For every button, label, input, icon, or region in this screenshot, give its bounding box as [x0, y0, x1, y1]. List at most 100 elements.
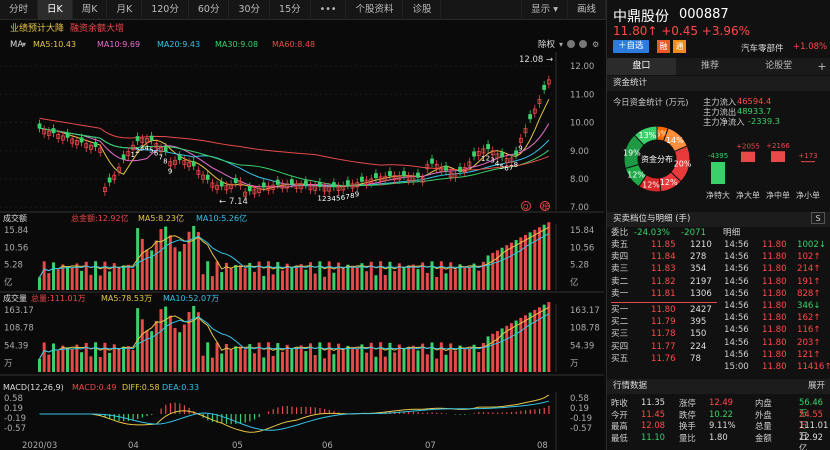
tab-week-k[interactable]: 周K	[73, 0, 108, 20]
quote-value: 12.08	[641, 420, 665, 430]
volume-bar	[542, 224, 546, 290]
volume-bar	[453, 269, 457, 290]
volume-bar	[379, 261, 383, 290]
orderbook-settings-icon[interactable]: S	[811, 212, 825, 224]
volume-bar	[280, 270, 284, 290]
adjust-dropdown[interactable]: 除权	[538, 39, 556, 50]
y-tick: 15.84	[4, 226, 28, 236]
tab-order-book[interactable]: 盘口	[607, 58, 676, 75]
macd-bar	[113, 414, 115, 421]
news-tag-earnings[interactable]: 业绩预计大降	[10, 22, 64, 34]
volume-bar	[514, 320, 518, 372]
macd-bar	[281, 406, 284, 414]
draw-line-button[interactable]: 画线	[568, 0, 606, 20]
candle-body	[458, 166, 462, 172]
zoom-in-icon[interactable]	[567, 40, 575, 48]
volume-bar	[42, 342, 46, 372]
volume-bar	[304, 269, 308, 290]
volume-bar	[360, 263, 364, 290]
y-tick: 5.28	[570, 261, 589, 271]
volume-bar	[313, 355, 317, 372]
volume-bar	[458, 345, 462, 372]
news-tag-margin[interactable]: 融资余额大增	[70, 22, 124, 34]
tab-month-k[interactable]: 月K	[107, 0, 143, 20]
volume-bar	[243, 268, 247, 290]
macd-bar	[431, 412, 433, 414]
tab-intraday[interactable]: 分时	[0, 0, 39, 20]
add-tab-icon[interactable]: +	[813, 58, 830, 75]
industry-link[interactable]: 汽车零部件	[741, 42, 784, 54]
volume-bar	[159, 229, 163, 290]
macd-bar	[426, 412, 429, 414]
quote-label: 今开	[611, 409, 628, 420]
volume-bar	[514, 240, 518, 290]
donut-slice-label: 20%	[674, 160, 692, 169]
volume-bar	[467, 267, 471, 290]
macd-bar	[529, 409, 531, 414]
y-tick: 亿	[570, 277, 579, 288]
ma-dropdown-icon[interactable]: ▾	[22, 40, 26, 49]
tab-recommend[interactable]: 推荐	[676, 58, 745, 75]
macd-bar	[291, 406, 293, 414]
y-tick: 8.00	[570, 175, 589, 185]
macd-bar	[515, 411, 517, 414]
tab-120min[interactable]: 120分	[142, 0, 189, 20]
tick-row: 14:56 11.80 102↑	[724, 252, 821, 263]
expand-button[interactable]: 展开	[808, 379, 825, 394]
y-tick: -0.19	[4, 414, 26, 424]
macd-bar	[524, 410, 527, 414]
volume-bar	[463, 266, 467, 290]
y-tick: 9.00	[570, 147, 589, 157]
quote-label: 外盘	[755, 409, 772, 420]
zoom-out-icon[interactable]	[579, 40, 587, 48]
volume-bar	[332, 272, 336, 290]
volume-bar	[383, 275, 387, 290]
volume-bar	[547, 222, 551, 290]
trading-app: 分时 日K 周K 月K 120分 60分 30分 15分 ••• 个股资料 诊股…	[0, 0, 830, 450]
tab-15min[interactable]: 15分	[270, 0, 311, 20]
tab-company-info[interactable]: 个股资料	[346, 0, 404, 20]
y-tick: 11.00	[570, 90, 594, 100]
settings-icon[interactable]: ⚙	[592, 40, 599, 49]
price-change: 11.80↑ +0.45 +3.96%	[613, 24, 750, 38]
volume-bar	[486, 255, 490, 290]
kline-chart[interactable]: 业绩预计大降 融资余额大增 MA ▾ MA5:10.43 MA10:9.69 M…	[0, 20, 604, 450]
volume-bar	[89, 274, 93, 290]
tab-30min[interactable]: 30分	[229, 0, 271, 20]
volume-bar	[196, 232, 200, 290]
volume-bar	[154, 240, 158, 290]
more-periods-button[interactable]: •••	[311, 0, 347, 20]
tab-forum[interactable]: 论股堂	[744, 58, 813, 75]
volume-bar	[416, 350, 420, 372]
volume-bar	[103, 261, 107, 290]
volume-bar	[215, 261, 219, 290]
chevron-down-icon[interactable]: ▾	[559, 40, 563, 49]
macd-bar	[132, 414, 134, 421]
volume-bar	[173, 247, 177, 290]
tab-day-k[interactable]: 日K	[38, 0, 73, 20]
stock-name: 中鼎股份	[613, 9, 669, 25]
y-tick: 54.39	[4, 341, 28, 351]
quote-label: 总量	[755, 421, 772, 431]
add-watchlist-button[interactable]: ＋自选	[613, 40, 649, 53]
macd-bar	[510, 412, 513, 414]
display-menu-button[interactable]: 显示 ▾	[521, 0, 568, 20]
macd-bar	[454, 414, 457, 415]
volume-bar	[47, 354, 51, 372]
volume-bar	[234, 346, 238, 372]
volume-bar	[495, 331, 499, 372]
tab-60min[interactable]: 60分	[189, 0, 230, 20]
orderbook-title: 买卖档位与明细 (手)	[607, 212, 830, 227]
quote-value: 11.45	[641, 408, 665, 419]
volume-bar	[449, 343, 453, 372]
volume-bar	[472, 263, 476, 290]
net-flow-value: +2166	[766, 142, 790, 150]
y-tick: 12.00	[570, 62, 594, 72]
volume-bar	[66, 266, 70, 290]
candle-body	[374, 173, 378, 179]
volume-bar	[355, 348, 359, 372]
volume-bar	[280, 351, 284, 372]
industry-change: +1.08%	[793, 42, 828, 52]
ma60-legend: MA60:8.48	[272, 40, 315, 49]
tab-diagnosis[interactable]: 诊股	[403, 0, 442, 20]
